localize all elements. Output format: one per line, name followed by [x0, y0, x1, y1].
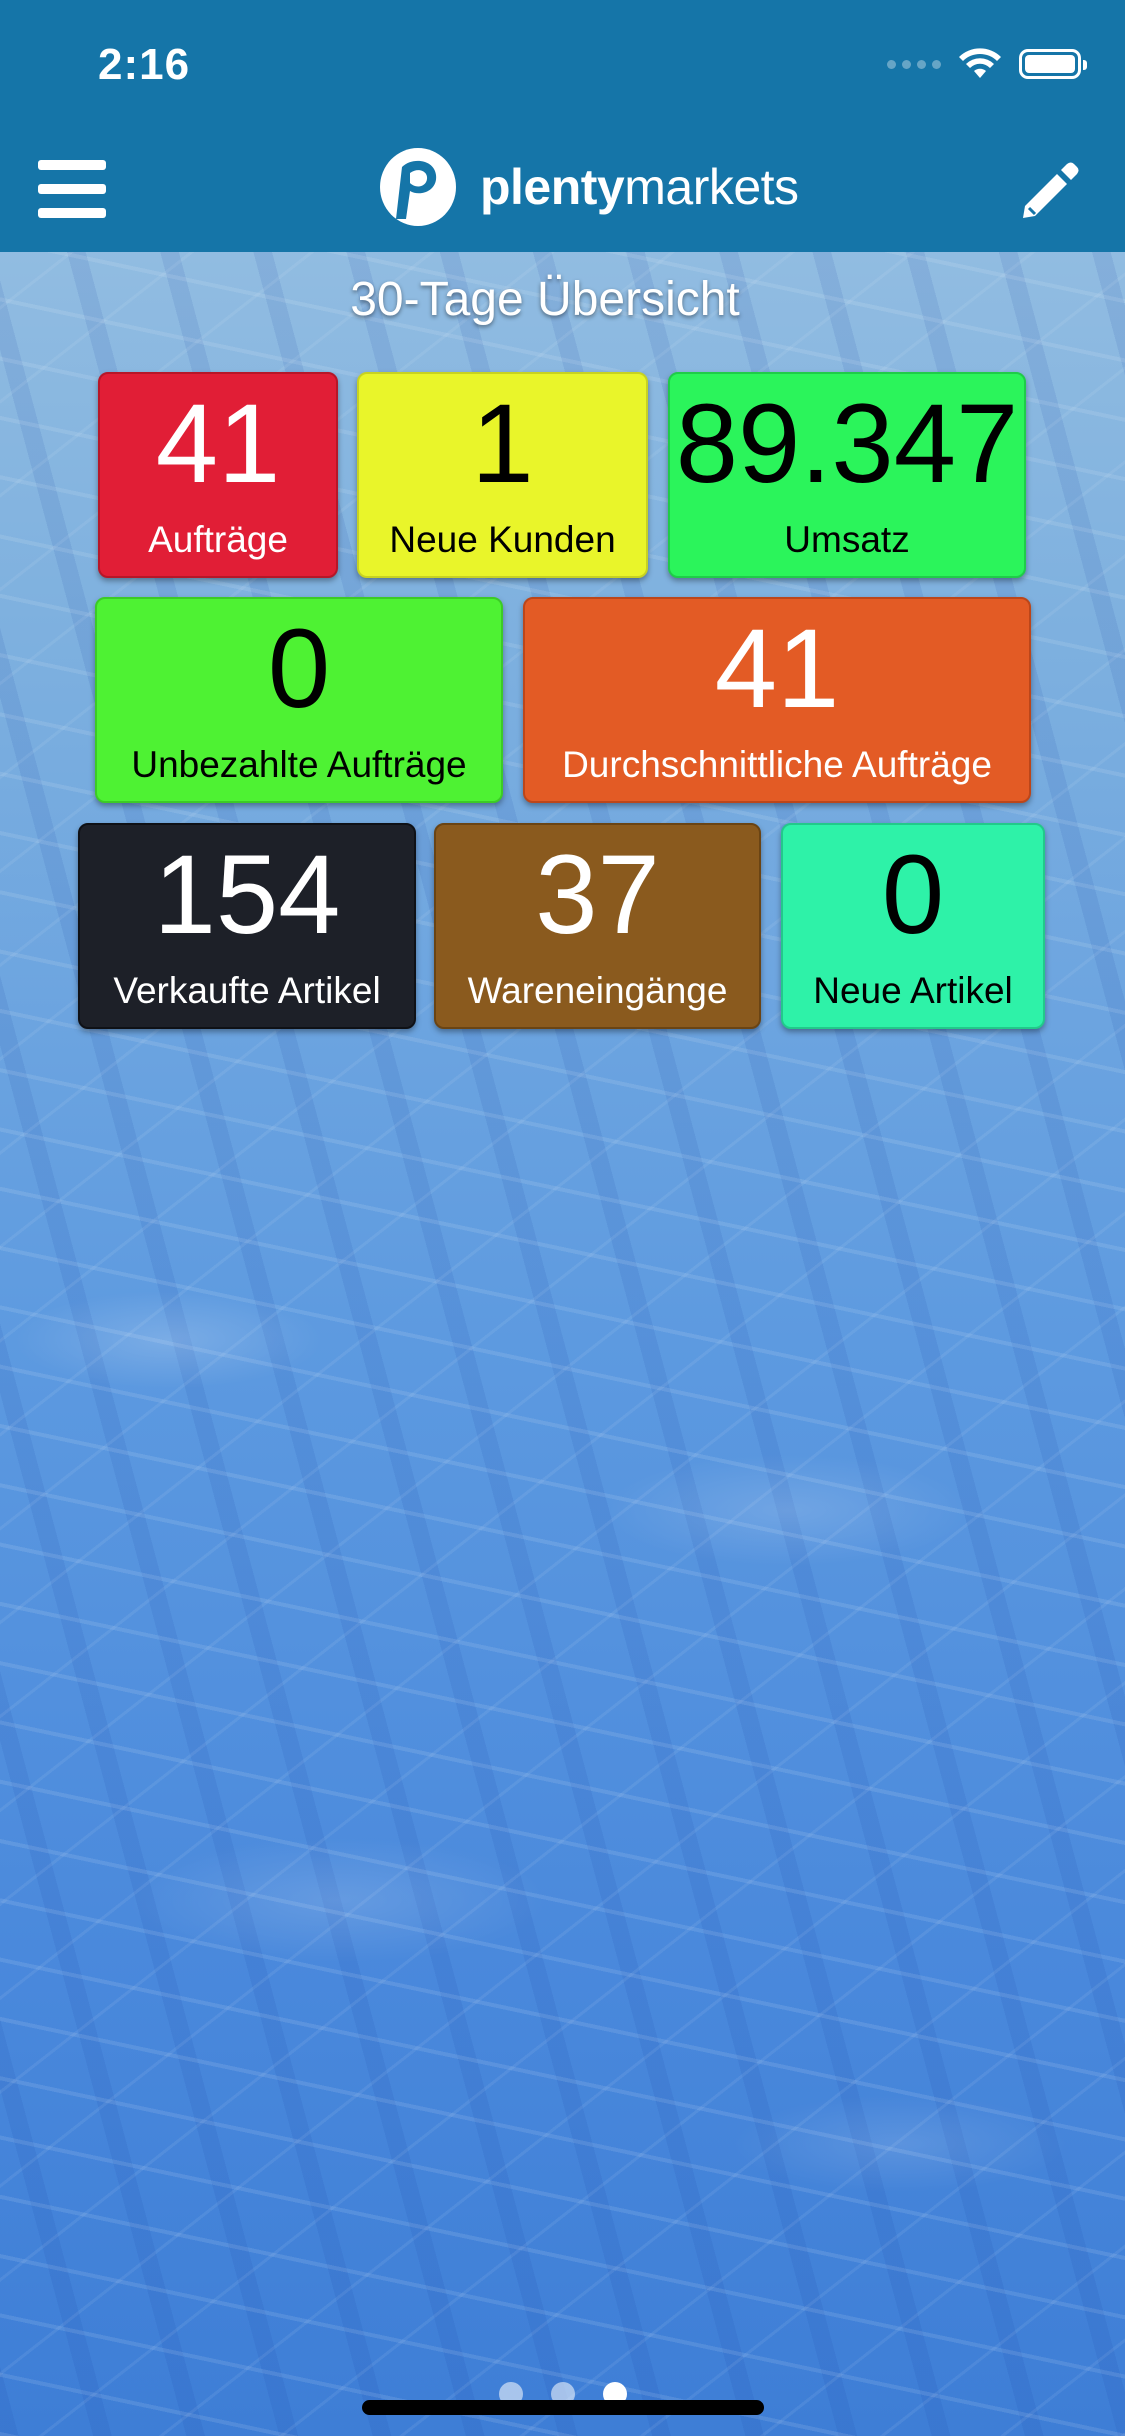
tile-label: Unbezahlte Aufträge [131, 744, 467, 785]
tile-value: 0 [881, 832, 945, 957]
signal-dots-icon [887, 59, 941, 69]
battery-icon [1019, 49, 1087, 79]
logo-text: plentymarkets [480, 159, 799, 215]
tile-value: 41 [714, 606, 840, 731]
tile-umsatz[interactable]: 89.347 Umsatz [668, 372, 1026, 578]
tile-unbezahlte-auftraege[interactable]: 0 Unbezahlte Aufträge [95, 597, 503, 803]
wifi-icon [959, 48, 1001, 78]
top-bar: 2:16 plentymarkets [0, 0, 1125, 252]
app-logo: plentymarkets [372, 145, 799, 229]
tile-neue-artikel[interactable]: 0 Neue Artikel [781, 823, 1045, 1029]
status-time: 2:16 [98, 40, 191, 89]
tile-value: 1 [471, 381, 534, 506]
tile-wareneingaenge[interactable]: 37 Wareneingänge [434, 823, 761, 1029]
hamburger-menu-icon [38, 160, 106, 170]
status-icons [887, 48, 1087, 80]
tile-value: 154 [153, 832, 341, 957]
tile-label: Neue Artikel [813, 970, 1013, 1011]
tile-label: Verkaufte Artikel [113, 970, 381, 1011]
pencil-icon[interactable] [1017, 156, 1085, 224]
tile-durchschnittliche-auftraege[interactable]: 41 Durchschnittliche Aufträge [523, 597, 1031, 803]
tile-label: Wareneingänge [467, 970, 728, 1011]
tile-verkaufte-artikel[interactable]: 154 Verkaufte Artikel [78, 823, 416, 1029]
tile-value: 0 [267, 606, 331, 731]
tile-value: 89.347 [675, 381, 1019, 506]
tile-label: Aufträge [148, 519, 288, 560]
tile-value: 37 [535, 832, 660, 957]
tile-neue-kunden[interactable]: 1 Neue Kunden [357, 372, 648, 578]
section-title: 30-Tage Übersicht [350, 273, 740, 326]
plentymarkets-logo-icon [380, 148, 456, 226]
tile-label: Neue Kunden [389, 519, 616, 560]
tile-value: 41 [155, 381, 281, 506]
menu-button[interactable] [38, 160, 106, 218]
tile-label: Durchschnittliche Aufträge [562, 744, 992, 785]
home-indicator[interactable] [362, 2400, 764, 2415]
tile-label: Umsatz [784, 519, 910, 560]
tile-auftraege[interactable]: 41 Aufträge [98, 372, 338, 578]
